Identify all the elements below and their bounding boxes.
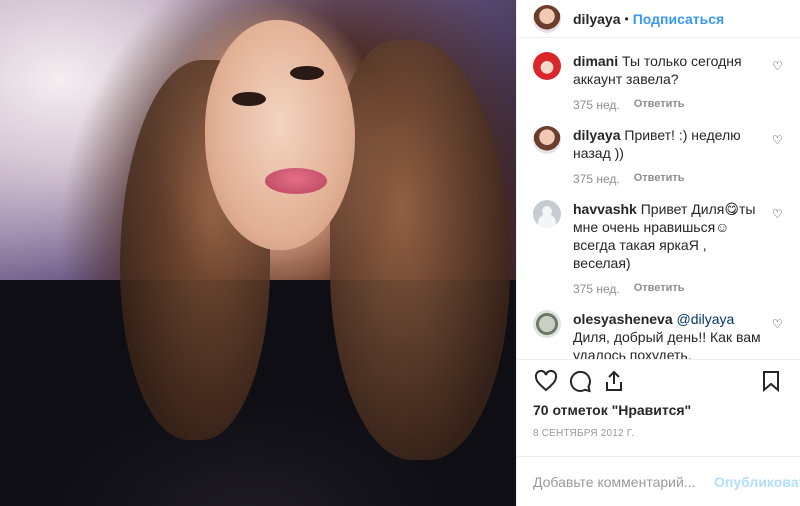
comments-list[interactable]: dimani Ты только сегодня аккаунт завела?… (517, 38, 800, 359)
add-comment-bar: Опубликовать (517, 456, 800, 506)
bookmark-icon[interactable] (754, 364, 788, 398)
comment-username[interactable]: havvashk (573, 201, 637, 217)
action-bar (517, 359, 800, 402)
post-photo[interactable] (0, 0, 516, 506)
photo-eye-left (232, 92, 266, 106)
comment-username[interactable]: dilyaya (573, 127, 620, 143)
publish-button[interactable]: Опубликовать (714, 474, 800, 490)
comment-age[interactable]: 375 нед. (573, 282, 620, 296)
comment-item: olesyasheneva @dilyaya Диля, добрый день… (533, 310, 784, 359)
post-date[interactable]: 8 СЕНТЯБРЯ 2012 Г. (517, 418, 800, 442)
comment-age[interactable]: 375 нед. (573, 98, 620, 112)
comment-body: olesyasheneva @dilyaya Диля, добрый день… (573, 310, 763, 359)
comment-icon[interactable] (563, 364, 597, 398)
reply-button[interactable]: Ответить (634, 282, 685, 296)
comment-body: dimani Ты только сегодня аккаунт завела? (573, 52, 763, 88)
heart-outline-icon[interactable]: ♡ (772, 134, 784, 146)
comment-input[interactable] (533, 473, 714, 490)
heart-outline-icon[interactable]: ♡ (772, 208, 784, 220)
header-separator: • (624, 11, 629, 26)
comment-item: dilyaya Привет! :) неделю назад )) ♡ (533, 126, 784, 162)
comment-meta: 375 нед. Ответить (573, 282, 784, 296)
comment-mention[interactable]: @dilyaya (677, 311, 735, 327)
reply-button[interactable]: Ответить (634, 172, 685, 186)
author-avatar[interactable] (533, 4, 561, 33)
heart-outline-icon[interactable]: ♡ (772, 60, 784, 72)
comment-username[interactable]: olesyasheneva (573, 311, 673, 327)
comment-text: Диля, добрый день!! Как вам удалось поху… (573, 329, 761, 360)
commenter-avatar[interactable] (533, 200, 561, 229)
photo-eye-right (290, 66, 324, 80)
likes-count[interactable]: 70 отметок "Нравится" (517, 402, 800, 418)
heart-outline-icon[interactable]: ♡ (772, 318, 784, 330)
comment-username[interactable]: dimani (573, 53, 618, 69)
photo-lips (265, 168, 327, 194)
author-username[interactable]: dilyaya (573, 11, 620, 27)
comment-item: havvashk Привет Диля😋ты мне очень нравиш… (533, 200, 784, 272)
instagram-post: dilyaya • Подписаться dimani Ты только с… (0, 0, 800, 506)
commenter-avatar[interactable] (533, 126, 561, 155)
reply-button[interactable]: Ответить (634, 98, 685, 112)
post-header: dilyaya • Подписаться (517, 0, 800, 39)
commenter-avatar[interactable] (533, 310, 561, 339)
photo-hair-right (330, 40, 510, 460)
follow-button[interactable]: Подписаться (633, 11, 725, 27)
comment-item: dimani Ты только сегодня аккаунт завела?… (533, 52, 784, 88)
comment-body: havvashk Привет Диля😋ты мне очень нравиш… (573, 200, 763, 272)
comment-body: dilyaya Привет! :) неделю назад )) (573, 126, 763, 162)
share-icon[interactable] (597, 364, 631, 398)
commenter-avatar[interactable] (533, 52, 561, 81)
comment-age[interactable]: 375 нед. (573, 172, 620, 186)
heart-icon[interactable] (529, 364, 563, 398)
photo-face (205, 20, 355, 250)
comment-meta: 375 нед. Ответить (573, 98, 784, 112)
post-sidebar: dilyaya • Подписаться dimani Ты только с… (516, 0, 800, 506)
comment-meta: 375 нед. Ответить (573, 172, 784, 186)
